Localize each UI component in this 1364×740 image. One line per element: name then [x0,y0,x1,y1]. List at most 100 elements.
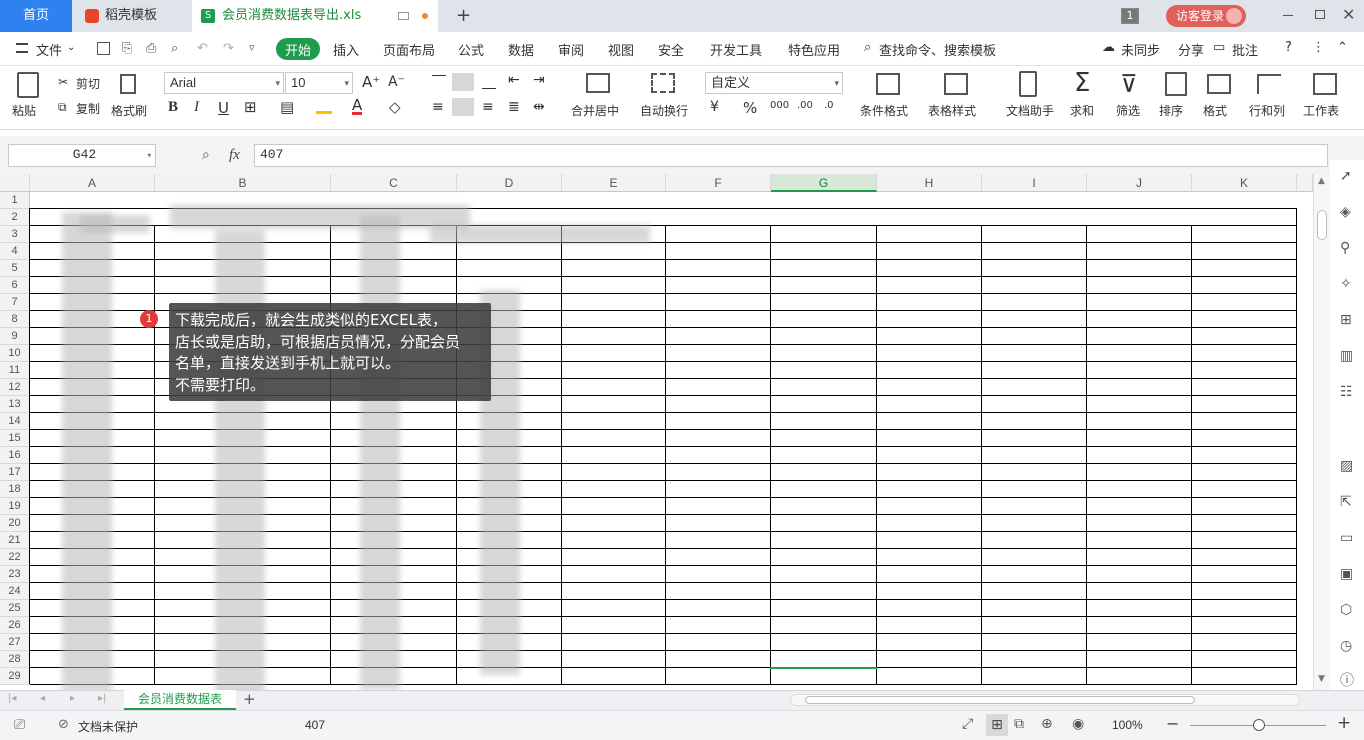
protect-status[interactable]: 文档未保护 [78,718,138,735]
table-cell[interactable] [771,481,877,498]
thousands-icon[interactable]: 000 [770,100,789,111]
table-cell[interactable] [562,396,666,413]
image-icon[interactable]: ▣ [1340,566,1353,582]
print-icon[interactable]: ⎙ [146,41,156,56]
border-icon[interactable]: ⊞ [244,98,257,116]
print-preview-icon[interactable]: ⌕ [171,41,178,56]
table-cell[interactable] [771,413,877,430]
table-cell[interactable] [877,532,982,549]
table-cell[interactable] [562,617,666,634]
table-cell[interactable] [666,294,771,311]
row-header[interactable]: 17 [0,464,30,481]
table-cell[interactable] [666,430,771,447]
hamburger-icon[interactable] [16,43,28,53]
table-cell[interactable] [771,549,877,566]
table-cell[interactable] [1087,362,1192,379]
distribute-icon[interactable]: ⇹ [533,99,545,115]
zoom-out-icon[interactable]: − [1166,714,1179,733]
scroll-up-icon[interactable]: ▲ [1318,176,1325,186]
table-cell[interactable] [1192,362,1297,379]
export-icon[interactable]: ⎘ [122,41,132,56]
table-cell[interactable] [1087,498,1192,515]
table-cell[interactable] [1192,328,1297,345]
table-cell[interactable] [771,583,877,600]
doc-helper-button[interactable]: 文档助手 [1006,102,1054,119]
table-cell[interactable] [982,413,1087,430]
table-cell[interactable] [982,668,1087,685]
table-cell[interactable] [1087,328,1192,345]
table-cell[interactable] [877,294,982,311]
table-cell[interactable] [562,311,666,328]
table-cell[interactable] [877,345,982,362]
table-cell[interactable] [562,481,666,498]
table-cell[interactable] [666,464,771,481]
doc-helper-icon[interactable] [1019,71,1037,97]
column-header-c[interactable]: C [331,174,457,192]
table-cell[interactable] [771,600,877,617]
column-header-k[interactable]: K [1192,174,1297,192]
table-cell[interactable] [1192,430,1297,447]
window-count[interactable]: 1 [1121,8,1139,24]
row-header[interactable]: 11 [0,362,30,379]
row-header[interactable]: 16 [0,447,30,464]
maximize-icon[interactable] [1315,10,1325,19]
table-cell[interactable] [771,498,877,515]
merge-center-button[interactable]: 合并居中 [571,102,619,119]
tab-home[interactable]: 首页 [0,0,72,32]
column-header-h[interactable]: H [877,174,982,192]
table-cell[interactable] [982,634,1087,651]
indent-decrease-icon[interactable]: ⇤ [508,72,520,88]
table-cell[interactable] [771,277,877,294]
zoom-level[interactable]: 100% [1112,718,1143,732]
table-cell[interactable] [1192,294,1297,311]
sheet-tab-active[interactable]: 会员消费数据表 [124,690,236,710]
table-cell[interactable] [771,515,877,532]
table-cell[interactable] [771,430,877,447]
row-header[interactable]: 4 [0,243,30,260]
table-cell[interactable] [982,294,1087,311]
table-cell[interactable] [982,328,1087,345]
table-cell[interactable] [771,260,877,277]
table-cell[interactable] [877,260,982,277]
table-cell[interactable] [666,481,771,498]
menu-insert[interactable]: 插入 [333,40,359,59]
percent-icon[interactable]: % [743,99,757,117]
table-cell[interactable] [666,498,771,515]
column-header-extra[interactable] [1297,174,1313,192]
table-cell[interactable] [1087,651,1192,668]
table-cell[interactable] [1192,600,1297,617]
table-cell[interactable] [877,362,982,379]
quick-access-more-icon[interactable]: ▿ [249,41,255,54]
cut-button[interactable]: 剪切 [76,75,100,92]
menu-review[interactable]: 审阅 [558,40,584,59]
bold-icon[interactable]: B [168,99,178,116]
justify-icon[interactable]: ≣ [508,99,520,115]
apps-icon[interactable]: ⊞ [1340,312,1352,328]
shape-icon[interactable]: ◈ [1340,204,1351,220]
menu-file[interactable]: 文件 [36,40,62,59]
worksheet-button[interactable]: 工作表 [1303,102,1339,119]
table-cell[interactable] [1087,430,1192,447]
table-cell[interactable] [982,617,1087,634]
table-cell[interactable] [666,651,771,668]
table-cell[interactable] [771,566,877,583]
align-center-icon[interactable] [452,98,474,116]
table-cell[interactable] [877,634,982,651]
table-cell[interactable] [457,260,562,277]
table-cell[interactable] [982,260,1087,277]
table-cell[interactable] [666,243,771,260]
table-cell[interactable] [877,447,982,464]
menu-page-layout[interactable]: 页面布局 [383,40,435,59]
row-col-icon[interactable] [1257,74,1281,94]
menu-formula[interactable]: 公式 [458,40,484,59]
table-cell[interactable] [877,498,982,515]
table-cell[interactable] [562,345,666,362]
archive-icon[interactable]: ▭ [1340,530,1353,546]
table-cell[interactable] [666,566,771,583]
settings-sliders-icon[interactable]: ☷ [1340,384,1353,400]
table-cell[interactable] [666,311,771,328]
table-cell[interactable] [877,549,982,566]
table-cell[interactable] [877,651,982,668]
font-color-icon[interactable]: A [352,98,363,115]
table-cell[interactable] [771,396,877,413]
